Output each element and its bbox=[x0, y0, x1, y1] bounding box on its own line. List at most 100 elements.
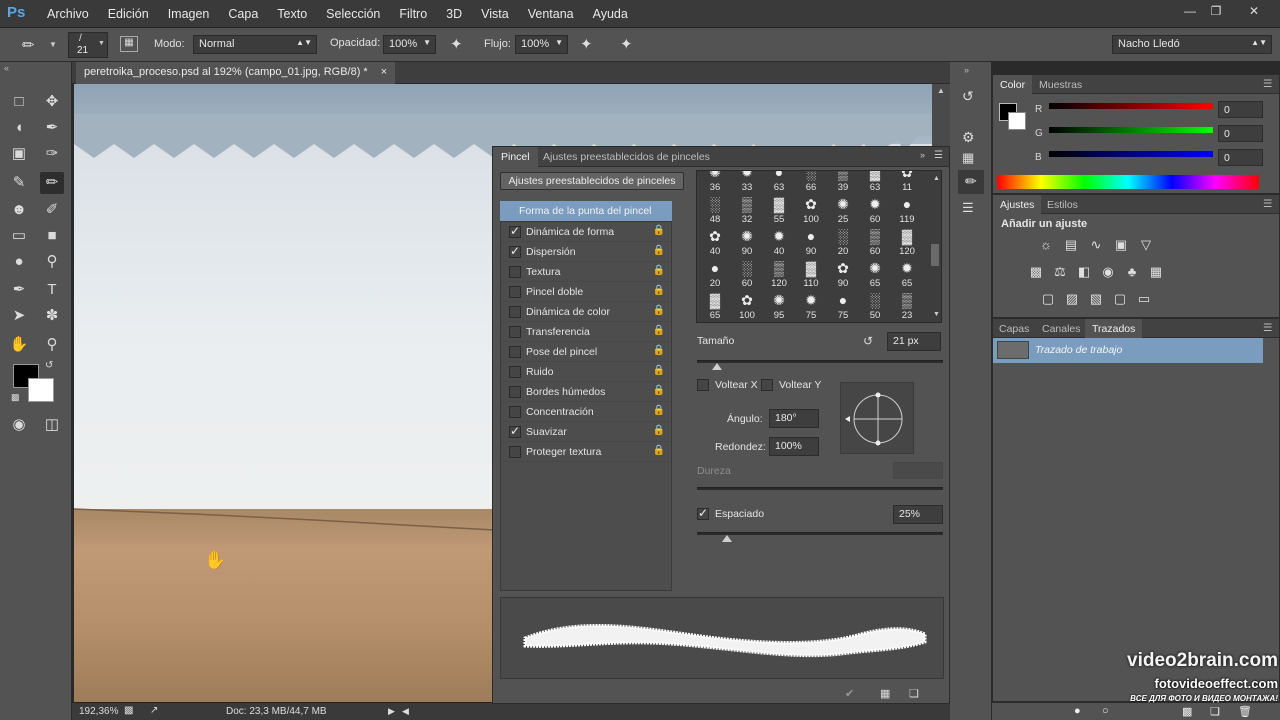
brush-tip-grid[interactable]: ✺ 36 ✹ 33 ● 63 ░ 66 ▒ 39 ▓ 63 ✿ 11 ░ 48 ▒ 32 ▓ 55 ✿ 100 ✺ 25 ✹ 60… bbox=[696, 170, 942, 323]
r-slider[interactable] bbox=[1049, 103, 1213, 109]
stamp-tool-icon[interactable]: ☻ bbox=[7, 199, 31, 221]
actions-panel-icon[interactable]: ⚙ bbox=[962, 129, 975, 146]
channel-mixer-icon[interactable]: ♣ bbox=[1123, 264, 1141, 280]
flip-y-checkbox[interactable] bbox=[761, 379, 773, 391]
eraser-tool-icon[interactable]: ▭ bbox=[7, 225, 31, 247]
color-ramp[interactable] bbox=[997, 175, 1259, 189]
brush-option-row[interactable]: Pose del pincel 🔒 bbox=[501, 342, 671, 362]
brush-tip[interactable]: ✿ 11 bbox=[891, 171, 923, 196]
gradient-map-icon[interactable]: ▭ bbox=[1135, 291, 1153, 307]
history-panel-icon[interactable]: ↺ bbox=[962, 88, 974, 105]
tab-swatches[interactable]: Muestras bbox=[1039, 79, 1082, 91]
status-menu-icon[interactable]: ▶ bbox=[388, 706, 395, 717]
grid-toggle-icon[interactable]: ▦ bbox=[880, 687, 890, 700]
scroll-up-icon[interactable]: ▲ bbox=[937, 86, 945, 95]
screen-mode-icon[interactable]: ◫ bbox=[40, 414, 64, 436]
brush-tip[interactable]: ● 63 bbox=[763, 171, 795, 196]
brush-option-checkbox[interactable] bbox=[509, 244, 521, 258]
protect-icon[interactable]: ✔ bbox=[845, 687, 854, 700]
close-tab-icon[interactable]: × bbox=[381, 66, 387, 78]
mode-select[interactable]: Normal ▲▼ bbox=[193, 35, 317, 54]
invert-icon[interactable]: ▢ bbox=[1039, 291, 1057, 307]
menu-seleccion[interactable]: Selección bbox=[326, 7, 380, 21]
vibrance-icon[interactable]: ▽ bbox=[1137, 237, 1155, 253]
tab-estilos[interactable]: Estilos bbox=[1047, 199, 1078, 211]
type-tool-icon[interactable]: T bbox=[40, 279, 64, 301]
brush-tip[interactable]: ░ 48 bbox=[699, 195, 731, 228]
brush-tip[interactable]: ▒ 120 bbox=[763, 259, 795, 292]
brush-tip[interactable]: ✿ 90 bbox=[827, 259, 859, 292]
brush-option-checkbox[interactable] bbox=[509, 446, 521, 458]
flip-x-checkbox[interactable] bbox=[697, 379, 709, 391]
brush-tip[interactable]: ● 75 bbox=[827, 291, 859, 322]
menu-3d[interactable]: 3D bbox=[446, 7, 462, 21]
pressure-size-icon[interactable]: ✦ bbox=[620, 35, 633, 53]
brush-option-checkbox[interactable] bbox=[509, 424, 521, 438]
lock-icon[interactable]: 🔒 bbox=[653, 265, 665, 276]
marquee-tool-icon[interactable]: □ bbox=[7, 91, 31, 113]
panel-menu-icon[interactable]: ☰ bbox=[1263, 78, 1272, 90]
brush-tip[interactable]: ● 119 bbox=[891, 195, 923, 228]
brush-tip[interactable]: ✹ 75 bbox=[795, 291, 827, 322]
brush-tip[interactable]: ● 20 bbox=[699, 259, 731, 292]
color-balance-icon[interactable]: ⚖ bbox=[1051, 264, 1069, 280]
panel-menu-icon[interactable]: ☰ bbox=[1263, 322, 1272, 334]
brush-option-checkbox[interactable] bbox=[509, 366, 521, 378]
airbrush-icon[interactable]: ✦ bbox=[580, 35, 593, 53]
tab-canales[interactable]: Canales bbox=[1042, 323, 1081, 335]
brush-tip[interactable]: ✹ 33 bbox=[731, 171, 763, 196]
menu-ayuda[interactable]: Ayuda bbox=[593, 7, 628, 21]
lasso-tool-icon[interactable]: ◖ bbox=[7, 117, 31, 139]
move-tool-icon[interactable]: ✥ bbox=[40, 91, 64, 113]
workspace-select[interactable]: Nacho Lledó ▲▼ bbox=[1112, 35, 1272, 54]
brush-option-checkbox[interactable] bbox=[509, 224, 521, 238]
photo-filter-icon[interactable]: ◉ bbox=[1099, 264, 1117, 280]
swap-colors-icon[interactable]: ↺ bbox=[45, 360, 53, 371]
brush-option-checkbox[interactable] bbox=[509, 326, 521, 338]
brush-option-row[interactable]: Ruido 🔒 bbox=[501, 362, 671, 382]
color-lookup-icon[interactable]: ▦ bbox=[1147, 264, 1165, 280]
exposure-icon[interactable]: ▣ bbox=[1112, 237, 1130, 253]
brush-tip[interactable]: ░ 66 bbox=[795, 171, 827, 196]
brush-option-row[interactable]: Textura 🔒 bbox=[501, 262, 671, 282]
minimize-icon[interactable]: — bbox=[1180, 4, 1200, 20]
lock-icon[interactable]: 🔒 bbox=[653, 285, 665, 296]
tip-grid-scrollbar[interactable] bbox=[931, 244, 939, 266]
brush-tip[interactable]: ● 90 bbox=[795, 227, 827, 260]
threshold-icon[interactable]: ▧ bbox=[1087, 291, 1105, 307]
bg-color-chip[interactable] bbox=[1008, 112, 1026, 130]
brush-tip[interactable]: ✺ 65 bbox=[859, 259, 891, 292]
spacing-field[interactable]: 25% bbox=[893, 505, 943, 524]
brush-option-row[interactable]: Proteger textura 🔒 bbox=[501, 442, 671, 462]
brush-presets-button[interactable]: Ajustes preestablecidos de pinceles bbox=[500, 172, 684, 190]
brush-tip[interactable]: ✿ 100 bbox=[795, 195, 827, 228]
info-panel-icon[interactable]: ▦ bbox=[962, 150, 974, 166]
r-field[interactable]: 0 bbox=[1218, 101, 1263, 118]
menu-texto[interactable]: Texto bbox=[277, 7, 307, 21]
scroll-down-icon[interactable]: ▼ bbox=[933, 311, 940, 318]
document-tab[interactable]: peretroika_proceso.psd al 192% (campo_01… bbox=[76, 62, 396, 84]
pen-tool-icon[interactable]: ✒ bbox=[7, 279, 31, 301]
brush-option-checkbox[interactable] bbox=[509, 306, 521, 318]
brush-tip[interactable]: ▒ 23 bbox=[891, 291, 923, 322]
levels-icon[interactable]: ▤ bbox=[1062, 237, 1080, 253]
menu-vista[interactable]: Vista bbox=[481, 7, 509, 21]
collapse-panel-icon[interactable]: » bbox=[920, 150, 925, 160]
shape-tool-icon[interactable]: ✽ bbox=[40, 305, 64, 327]
size-slider[interactable] bbox=[697, 360, 943, 370]
brush-tip[interactable]: ▒ 39 bbox=[827, 171, 859, 196]
history-brush-tool-icon[interactable]: ✐ bbox=[40, 199, 64, 221]
zoom-tool-icon[interactable]: ⚲ bbox=[40, 334, 64, 356]
brush-tip[interactable]: ▒ 32 bbox=[731, 195, 763, 228]
spacing-slider[interactable] bbox=[697, 532, 943, 542]
brightness-icon[interactable]: ☼ bbox=[1037, 237, 1055, 253]
lock-icon[interactable]: 🔒 bbox=[653, 225, 665, 236]
lock-icon[interactable]: 🔒 bbox=[653, 325, 665, 336]
brush-tip-shape-item[interactable]: Forma de la punta del pincel bbox=[500, 201, 672, 221]
flow-field[interactable]: 100% ▼ bbox=[515, 35, 568, 54]
brush-tip[interactable]: ░ 50 bbox=[859, 291, 891, 322]
restore-icon[interactable]: ❐ bbox=[1206, 4, 1226, 20]
posterize-icon[interactable]: ▨ bbox=[1063, 291, 1081, 307]
tab-color[interactable]: Color bbox=[993, 75, 1033, 94]
hue-saturation-icon[interactable]: ▩ bbox=[1027, 264, 1045, 280]
